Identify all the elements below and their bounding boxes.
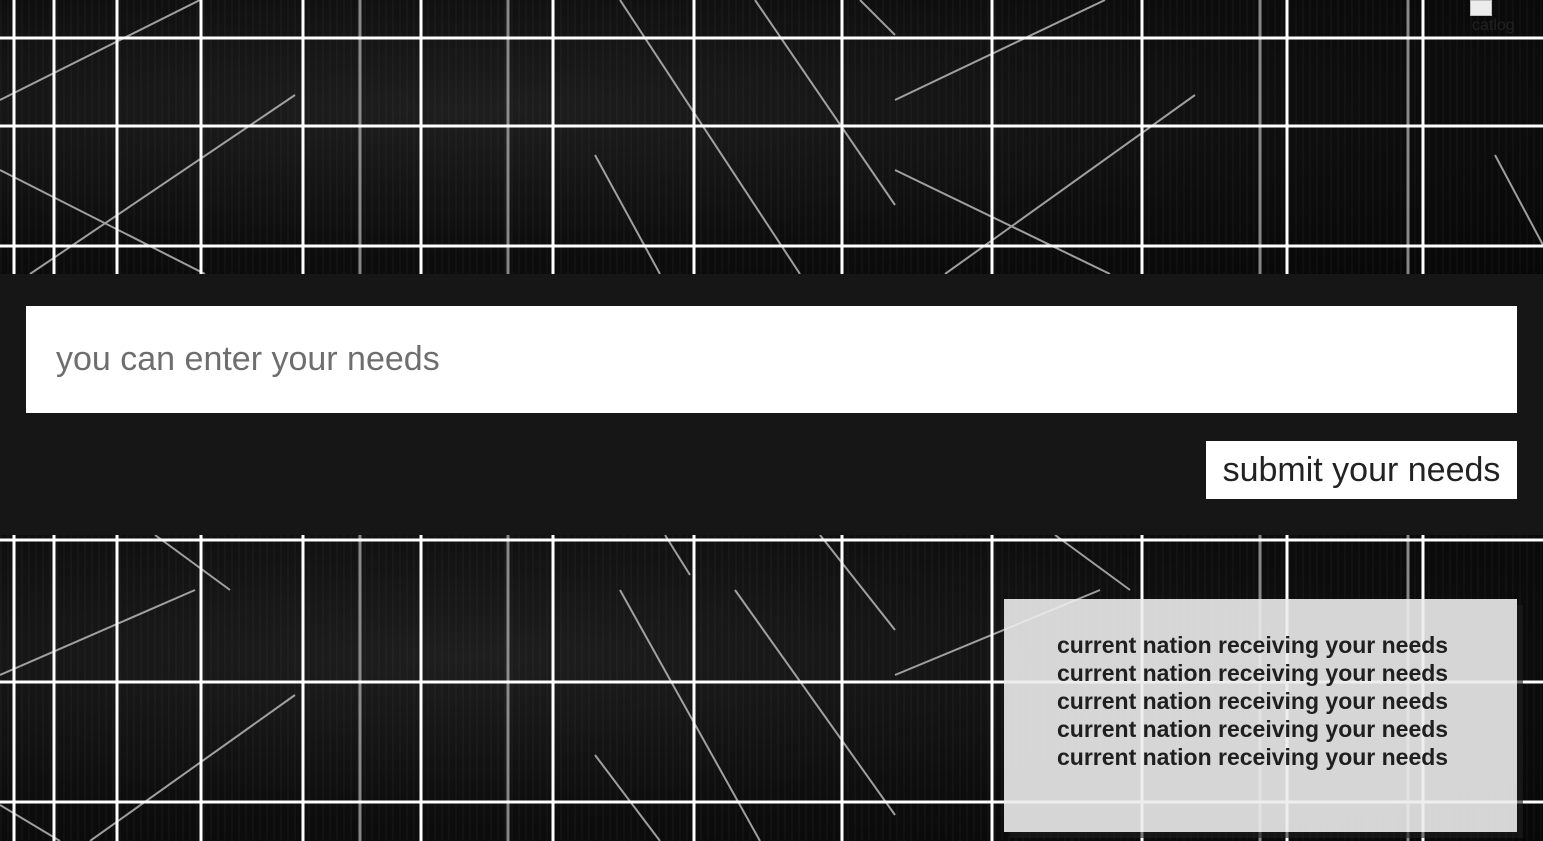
- catalog-image-alt: catlog: [1472, 17, 1515, 34]
- receiving-status-panel: current nation receiving your needs curr…: [1004, 599, 1517, 832]
- status-line: current nation receiving your needs: [1057, 688, 1449, 714]
- page: catlog submit your needs: [0, 0, 1543, 841]
- submit-needs-button[interactable]: submit your needs: [1206, 441, 1517, 499]
- grid-background-top: [0, 0, 1543, 274]
- needs-input[interactable]: [26, 306, 1517, 413]
- status-line: current nation receiving your needs: [1057, 632, 1449, 658]
- status-line: current nation receiving your needs: [1057, 660, 1449, 686]
- catalog-image: catlog: [1470, 0, 1540, 40]
- broken-image-icon: [1470, 0, 1492, 16]
- needs-form: submit your needs: [0, 274, 1543, 535]
- status-line: current nation receiving your needs: [1057, 716, 1449, 742]
- grid-pattern: [0, 0, 1543, 274]
- status-line: current nation receiving your needs: [1057, 744, 1449, 770]
